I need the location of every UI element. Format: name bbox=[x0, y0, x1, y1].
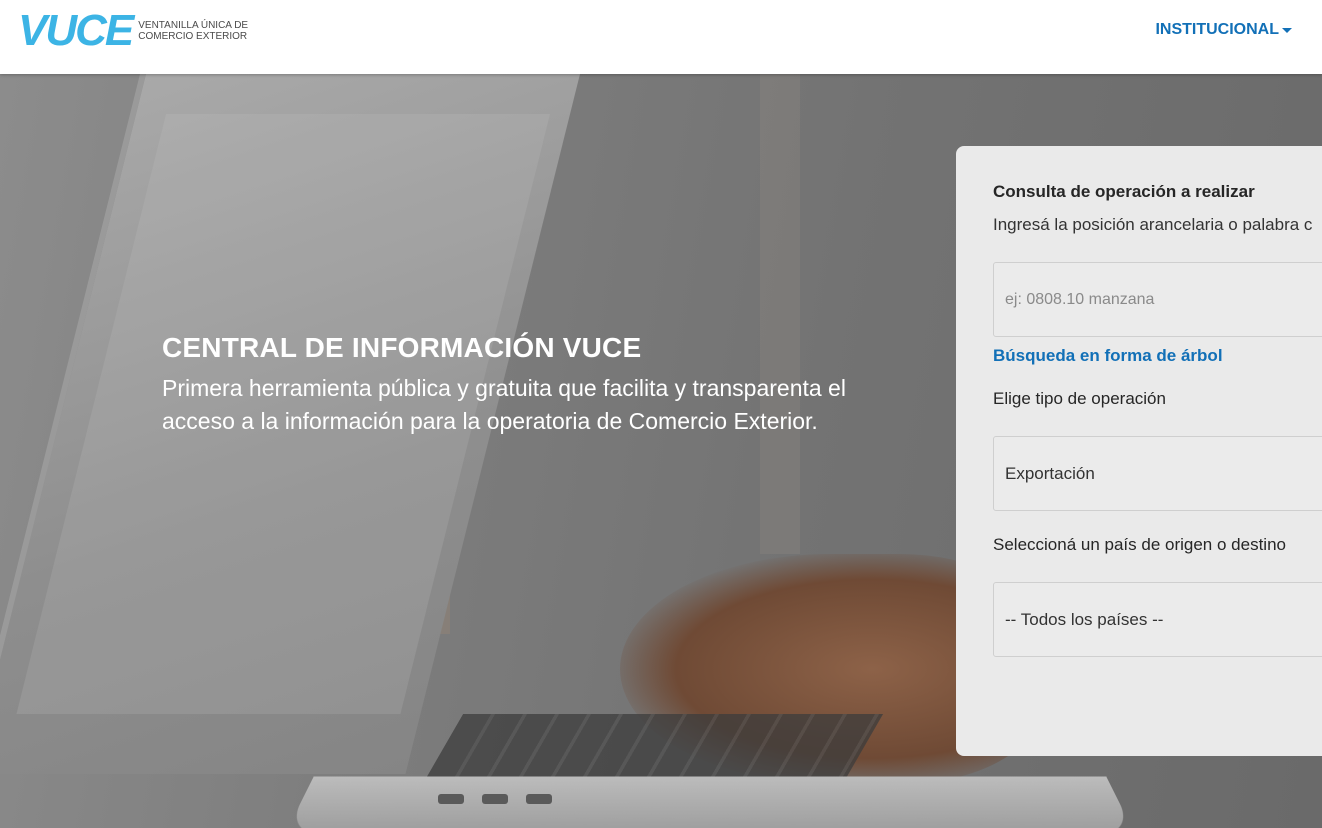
card-hint: Ingresá la posición arancelaria o palabr… bbox=[993, 215, 1313, 234]
hero-laptop-base-image bbox=[285, 776, 1135, 828]
caret-down-icon bbox=[1282, 27, 1292, 33]
laptop-port bbox=[482, 794, 508, 804]
hero-description-line1: Primera herramienta pública y gratuita q… bbox=[162, 375, 846, 401]
logo-subtitle-line1: VENTANILLA ÚNICA DE bbox=[138, 20, 249, 31]
hero-description-line2: acceso a la información para la operator… bbox=[162, 408, 818, 434]
country-select[interactable]: -- Todos los países -- bbox=[993, 582, 1322, 657]
hero-text-block: CENTRAL DE INFORMACIÓN VUCE Primera herr… bbox=[162, 330, 942, 438]
laptop-port bbox=[438, 794, 464, 804]
logo-subtitle-line2: COMERCIO EXTERIOR bbox=[138, 31, 248, 42]
logo-wordmark: VUCE bbox=[18, 6, 134, 55]
operation-type-select[interactable]: Exportación bbox=[993, 436, 1322, 511]
laptop-ports bbox=[438, 794, 552, 804]
country-value: -- Todos los países -- bbox=[1005, 609, 1164, 629]
country-label: Seleccioná un país de origen o destino bbox=[993, 535, 1286, 554]
tariff-search-input[interactable] bbox=[993, 262, 1322, 337]
nav-institucional-menu[interactable]: INSTITUCIONAL bbox=[1155, 21, 1292, 39]
laptop-port bbox=[526, 794, 552, 804]
hero-background-light-2 bbox=[760, 74, 800, 554]
hero-title: CENTRAL DE INFORMACIÓN VUCE bbox=[162, 332, 642, 363]
hero-description: Primera herramienta pública y gratuita q… bbox=[162, 372, 942, 438]
operation-type-label: Elige tipo de operación bbox=[993, 389, 1166, 408]
tree-search-link[interactable]: Búsqueda en forma de árbol bbox=[993, 346, 1223, 366]
vuce-logo[interactable]: VUCE VENTANILLA ÚNICA DE COMERCIO EXTERI… bbox=[18, 6, 248, 55]
nav-institucional-label: INSTITUCIONAL bbox=[1155, 21, 1279, 38]
operation-search-card: Consulta de operación a realizar Ingresá… bbox=[956, 146, 1322, 756]
card-title: Consulta de operación a realizar bbox=[993, 182, 1255, 201]
site-header: VUCE VENTANILLA ÚNICA DE COMERCIO EXTERI… bbox=[0, 0, 1322, 74]
logo-subtitle: VENTANILLA ÚNICA DE COMERCIO EXTERIOR bbox=[138, 20, 248, 42]
operation-type-value: Exportación bbox=[1005, 463, 1095, 483]
